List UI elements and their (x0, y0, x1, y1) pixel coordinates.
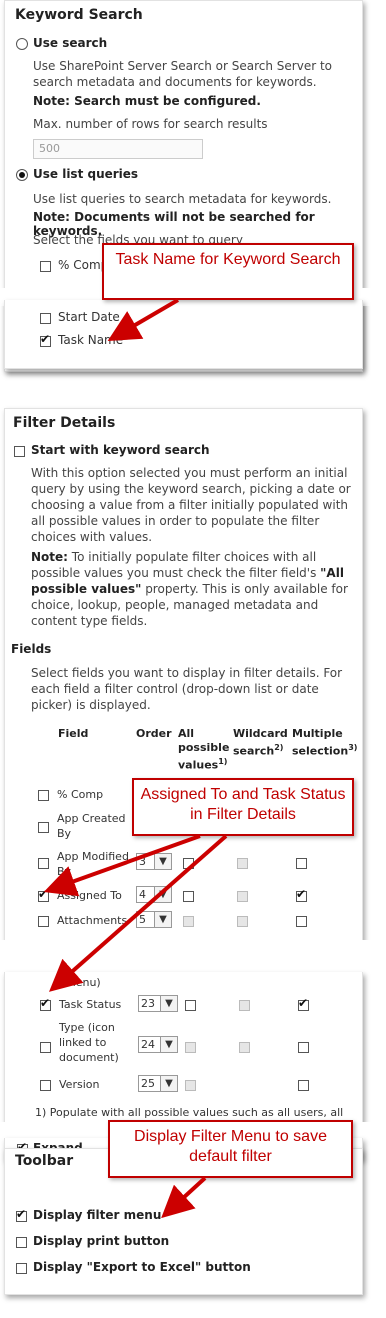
annotation-arrows (43, 298, 228, 1219)
arrow-task-name (107, 298, 180, 342)
arrow-filter-menu (161, 1176, 207, 1219)
